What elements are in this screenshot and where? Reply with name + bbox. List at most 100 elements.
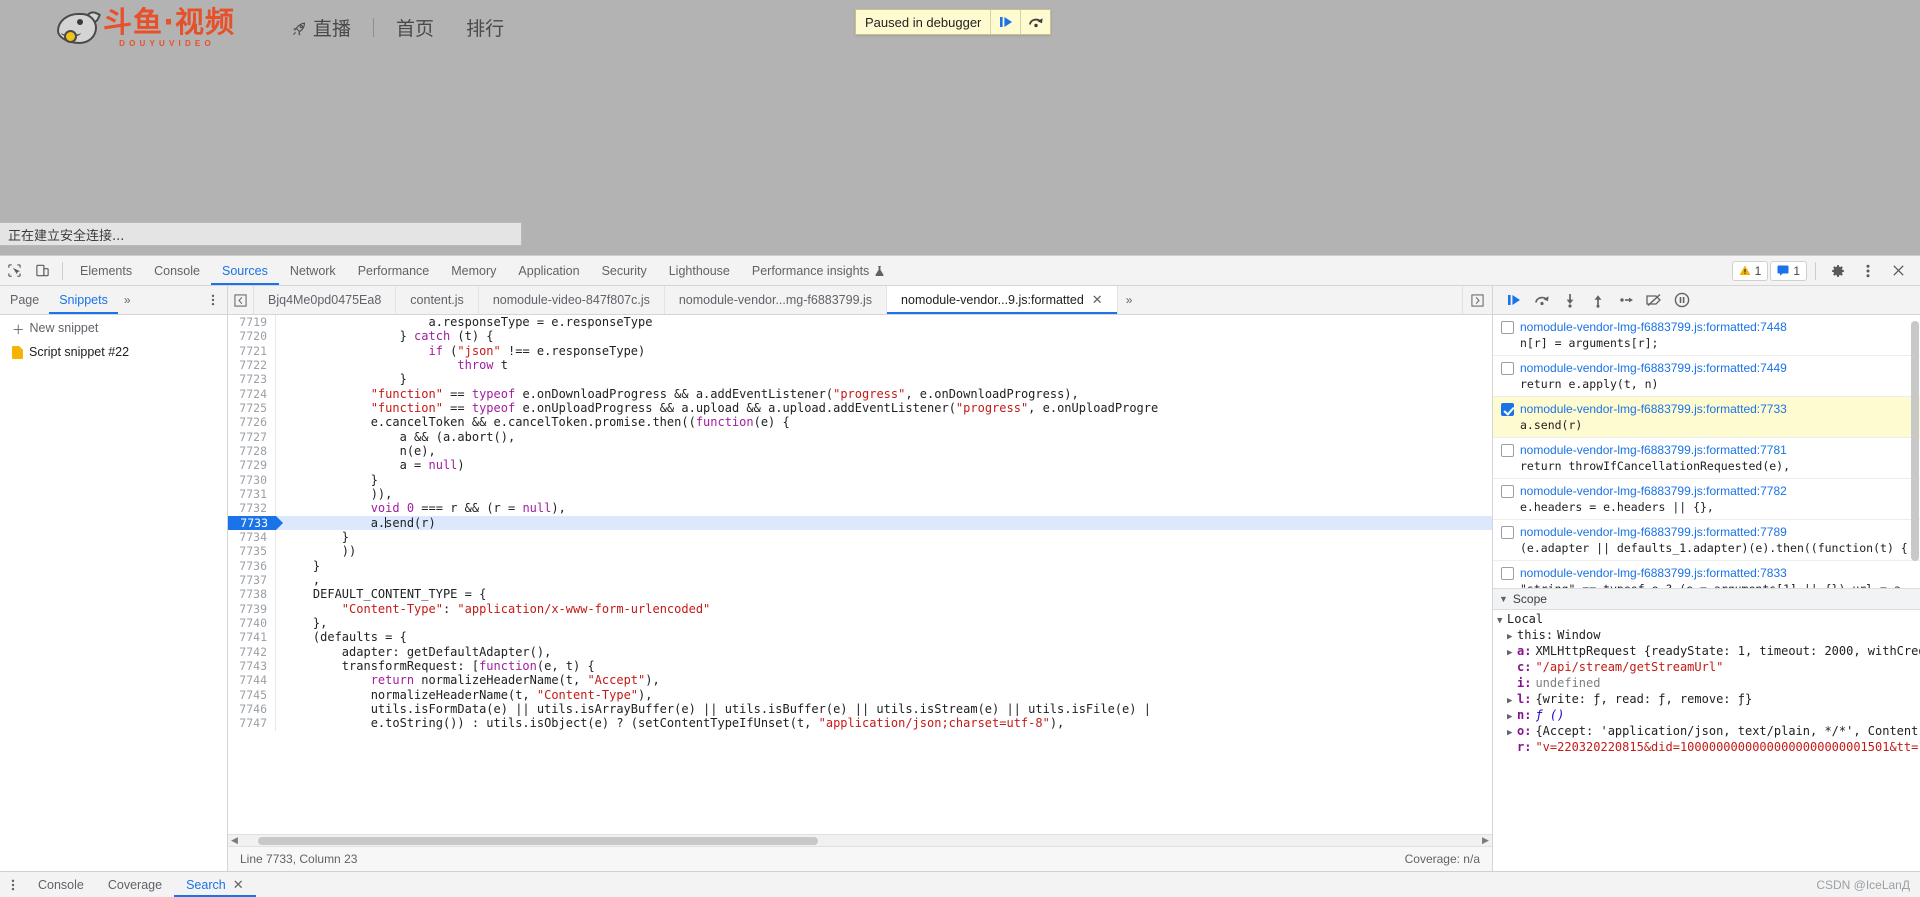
code-text[interactable]: } xyxy=(276,473,1492,487)
deactivate-breakpoints-button[interactable] xyxy=(1641,288,1667,312)
breakpoint-item[interactable]: nomodule-vendor-lmg-f6883799.js:formatte… xyxy=(1493,356,1920,397)
close-devtools-button[interactable] xyxy=(1884,257,1912,285)
code-line[interactable]: 7729 a = null) xyxy=(228,458,1492,473)
drawer-tab-coverage[interactable]: Coverage xyxy=(96,872,174,897)
breakpoint-location[interactable]: nomodule-vendor-lmg-f6883799.js:formatte… xyxy=(1520,566,1912,580)
scope-group-local[interactable]: ▼ Local xyxy=(1493,612,1920,628)
show-navigator-button[interactable] xyxy=(1462,286,1492,314)
step-over-button[interactable] xyxy=(1529,288,1555,312)
line-number[interactable]: 7737 xyxy=(228,572,276,588)
code-text[interactable]: DEFAULT_CONTENT_TYPE = { xyxy=(276,587,1492,601)
code-text[interactable]: a = null) xyxy=(276,458,1492,472)
line-number[interactable]: 7725 xyxy=(228,400,276,416)
code-line[interactable]: 7724 "function" == typeof e.onDownloadPr… xyxy=(228,386,1492,401)
line-number[interactable]: 7733 xyxy=(228,515,283,530)
scope-variable-row[interactable]: ▶ a: XMLHttpRequest {readyState: 1, timeou… xyxy=(1493,644,1920,660)
code-line[interactable]: 7727 a && (a.abort(), xyxy=(228,429,1492,444)
line-number[interactable]: 7728 xyxy=(228,443,276,459)
tab-console[interactable]: Console xyxy=(143,256,211,285)
code-text[interactable]: , xyxy=(276,573,1492,587)
chevron-right-icon[interactable]: ▶ xyxy=(1507,648,1517,658)
scope-variable-row[interactable]: ▶r:"v=220320220815&did=10000000000000000… xyxy=(1493,740,1920,756)
code-line[interactable]: 7740 }, xyxy=(228,615,1492,631)
code-line[interactable]: 7725 "function" == typeof e.onUploadProg… xyxy=(228,400,1492,416)
breakpoints-scrollbar[interactable] xyxy=(1911,315,1919,588)
breakpoint-checkbox[interactable] xyxy=(1501,362,1514,375)
code-text[interactable]: "Content-Type": "application/x-www-form-… xyxy=(276,602,1492,616)
line-number[interactable]: 7741 xyxy=(228,630,276,645)
tab-memory[interactable]: Memory xyxy=(440,256,507,285)
code-line[interactable]: 7738 DEFAULT_CONTENT_TYPE = { xyxy=(228,587,1492,602)
code-text[interactable]: "function" == typeof e.onUploadProgress … xyxy=(276,401,1492,415)
line-number[interactable]: 7720 xyxy=(228,329,276,344)
code-text[interactable]: }, xyxy=(276,616,1492,630)
breakpoint-item[interactable]: nomodule-vendor-lmg-f6883799.js:formatte… xyxy=(1493,315,1920,356)
breakpoint-item[interactable]: nomodule-vendor-lmg-f6883799.js:formatte… xyxy=(1493,397,1920,438)
editor-hscroll-thumb[interactable] xyxy=(258,836,818,845)
code-text[interactable]: a.responseType = e.responseType xyxy=(276,315,1492,329)
line-number[interactable]: 7739 xyxy=(228,601,276,616)
file-tab-0[interactable]: Bjq4Me0pd0475Ea8 xyxy=(254,286,397,314)
snippet-item-0[interactable]: Script snippet #22 xyxy=(0,341,227,363)
code-line[interactable]: 7734 } xyxy=(228,529,1492,545)
code-text[interactable]: } xyxy=(276,530,1492,544)
file-tabs-overflow-button[interactable]: » xyxy=(1118,286,1141,314)
resume-script-button[interactable] xyxy=(1501,288,1527,312)
chevron-right-icon[interactable]: ▶ xyxy=(1507,696,1517,706)
navigator-options-button[interactable] xyxy=(199,293,227,307)
more-options-button[interactable] xyxy=(1854,257,1882,285)
breakpoint-item[interactable]: nomodule-vendor-lmg-f6883799.js:formatte… xyxy=(1493,520,1920,561)
breakpoints-scrollbar-thumb[interactable] xyxy=(1911,321,1919,561)
file-tab-2[interactable]: nomodule-video-847f807c.js xyxy=(479,286,665,314)
line-number[interactable]: 7723 xyxy=(228,372,276,387)
code-text[interactable]: return normalizeHeaderName(t, "Accept"), xyxy=(276,673,1492,687)
scope-variable-row[interactable]: ▶c:"/api/stream/getStreamUrl" xyxy=(1493,660,1920,676)
breakpoint-location[interactable]: nomodule-vendor-lmg-f6883799.js:formatte… xyxy=(1520,525,1912,539)
code-line[interactable]: 7720 } catch (t) { xyxy=(228,329,1492,344)
line-number[interactable]: 7738 xyxy=(228,587,276,602)
code-text[interactable]: } xyxy=(276,372,1492,386)
file-tab-1[interactable]: content.js xyxy=(396,286,479,314)
code-line-paused[interactable]: 7733 a.send(r) xyxy=(228,515,1492,530)
code-line[interactable]: 7732 void 0 === r && (r = null), xyxy=(228,501,1492,516)
code-text[interactable]: "function" == typeof e.onDownloadProgres… xyxy=(276,387,1492,401)
breakpoint-location[interactable]: nomodule-vendor-lmg-f6883799.js:formatte… xyxy=(1520,402,1912,416)
code-text[interactable]: transformRequest: [function(e, t) { xyxy=(276,659,1492,673)
tab-elements[interactable]: Elements xyxy=(69,256,143,285)
line-number[interactable]: 7736 xyxy=(228,558,276,573)
breakpoint-checkbox[interactable] xyxy=(1501,444,1514,457)
breakpoint-checkbox[interactable] xyxy=(1501,321,1514,334)
scroll-right-arrow-icon[interactable]: ▶ xyxy=(1479,835,1492,846)
breakpoint-checkbox[interactable] xyxy=(1501,485,1514,498)
settings-button[interactable] xyxy=(1824,257,1852,285)
code-line[interactable]: 7744 return normalizeHeaderName(t, "Acce… xyxy=(228,673,1492,688)
code-text[interactable]: )), xyxy=(276,487,1492,501)
code-text[interactable]: utils.isFormData(e) || utils.isArrayBuff… xyxy=(276,702,1492,716)
tab-security[interactable]: Security xyxy=(591,256,658,285)
step-into-button[interactable] xyxy=(1557,288,1583,312)
breakpoint-location[interactable]: nomodule-vendor-lmg-f6883799.js:formatte… xyxy=(1520,484,1912,498)
code-text[interactable]: } catch (t) { xyxy=(276,329,1492,343)
line-number[interactable]: 7742 xyxy=(228,644,276,659)
drawer-tab-search[interactable]: Search ✕ xyxy=(174,872,256,897)
breakpoint-checkbox[interactable] xyxy=(1501,567,1514,580)
code-text[interactable]: if ("json" !== e.responseType) xyxy=(276,344,1492,358)
nav-item-ranking[interactable]: 排行 xyxy=(450,14,520,41)
code-line[interactable]: 7728 n(e), xyxy=(228,443,1492,459)
code-line[interactable]: 7739 "Content-Type": "application/x-www-… xyxy=(228,601,1492,616)
line-number[interactable]: 7729 xyxy=(228,458,276,473)
code-line[interactable]: 7730 } xyxy=(228,472,1492,487)
breakpoint-item[interactable]: nomodule-vendor-lmg-f6883799.js:formatte… xyxy=(1493,438,1920,479)
file-tab-3[interactable]: nomodule-vendor...mg-f6883799.js xyxy=(665,286,888,314)
code-line[interactable]: 7735 )) xyxy=(228,544,1492,559)
tab-lighthouse[interactable]: Lighthouse xyxy=(658,256,741,285)
code-text[interactable]: e.toString()) : utils.isObject(e) ? (set… xyxy=(276,716,1492,730)
chevron-right-icon[interactable]: ▶ xyxy=(1507,632,1517,642)
breakpoint-location[interactable]: nomodule-vendor-lmg-f6883799.js:formatte… xyxy=(1520,443,1912,457)
code-text[interactable]: )) xyxy=(276,544,1492,558)
scope-variables-list[interactable]: ▼ Local ▶ this: Window ▶ a: XMLHttpRequest {r… xyxy=(1493,610,1920,871)
overlay-resume-button[interactable] xyxy=(990,10,1020,34)
chevron-right-icon[interactable]: ▶ xyxy=(1507,728,1517,738)
code-line[interactable]: 7723 } xyxy=(228,372,1492,387)
inspect-element-button[interactable] xyxy=(0,257,28,285)
